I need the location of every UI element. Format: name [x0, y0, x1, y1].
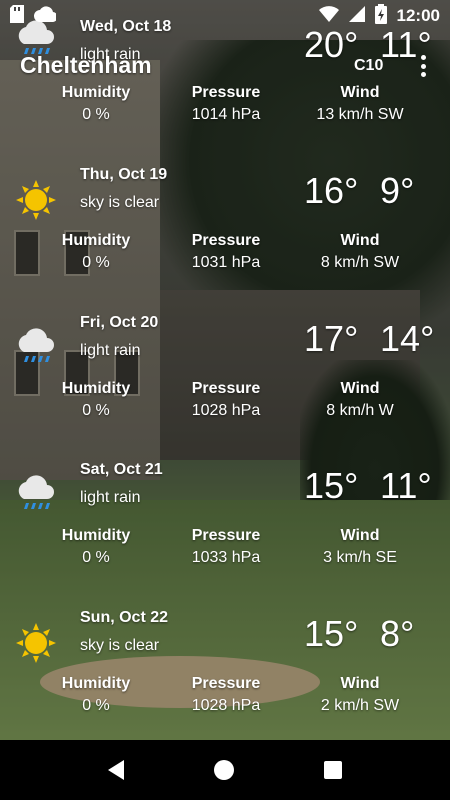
pressure-label: Pressure — [191, 675, 261, 692]
rain-cloud-icon — [14, 326, 58, 370]
wind-label: Wind — [340, 675, 380, 692]
forecast-date: Sun, Oct 22 — [80, 609, 169, 626]
pressure-value: 1033 hPa — [191, 549, 261, 566]
forecast-day[interactable]: Thu, Oct 19 sky is clear 16° 9° Humidity… — [0, 158, 450, 306]
pressure-label: Pressure — [191, 232, 261, 249]
wind-stat: Wind 13 km/h SW — [300, 84, 420, 124]
wind-value: 8 km/h W — [326, 402, 394, 419]
home-button[interactable] — [214, 760, 234, 780]
wind-label: Wind — [340, 380, 380, 397]
wind-value: 13 km/h SW — [316, 106, 404, 123]
pressure-value: 1031 hPa — [191, 254, 261, 271]
more-vert-icon[interactable] — [414, 52, 432, 80]
forecast-day[interactable]: Sat, Oct 21 light rain 15° 11° Humidity … — [0, 453, 450, 601]
city-title[interactable]: Cheltenham — [20, 52, 152, 79]
forecast-date: Sat, Oct 21 — [80, 461, 163, 478]
humidity-stat: Humidity 0 % — [36, 380, 156, 420]
forecast-day[interactable]: Sun, Oct 22 sky is clear 15° 8° Humidity… — [0, 601, 450, 749]
wind-label: Wind — [340, 527, 380, 544]
forecast-date: Thu, Oct 19 — [80, 166, 168, 183]
pressure-stat: Pressure 1028 hPa — [166, 380, 286, 420]
app-toolbar: Cheltenham C10 — [0, 48, 450, 88]
sun-icon — [14, 178, 58, 222]
pressure-stat: Pressure 1033 hPa — [166, 527, 286, 567]
forecast-condition: light rain — [80, 489, 141, 506]
signal-icon — [348, 5, 365, 27]
forecast-condition: light rain — [80, 342, 141, 359]
wind-stat: Wind 2 km/h SW — [300, 675, 420, 715]
forecast-date: Fri, Oct 20 — [80, 314, 159, 331]
temp-max: 15° — [304, 465, 359, 506]
location-code: C10 — [354, 57, 384, 74]
humidity-label: Humidity — [61, 380, 131, 397]
wind-stat: Wind 8 km/h W — [300, 380, 420, 420]
temp-max: 16° — [304, 170, 359, 211]
forecast-day[interactable]: Fri, Oct 20 light rain 17° 14° Humidity … — [0, 306, 450, 454]
wind-stat: Wind 3 km/h SE — [300, 527, 420, 567]
pressure-label: Pressure — [191, 527, 261, 544]
temp-min: 14° — [380, 318, 435, 359]
pressure-value: 1014 hPa — [191, 106, 261, 123]
temp-min: 8° — [380, 613, 415, 654]
back-button[interactable] — [108, 760, 124, 780]
wind-value: 8 km/h SW — [320, 254, 400, 271]
pressure-stat: Pressure 1031 hPa — [166, 232, 286, 272]
forecast-condition: sky is clear — [80, 194, 160, 211]
wind-value: 3 km/h SE — [323, 549, 397, 566]
temp-min: 9° — [380, 170, 415, 211]
temp-min: 11° — [380, 465, 432, 506]
humidity-value: 0 % — [82, 254, 110, 271]
wind-value: 2 km/h SW — [320, 697, 400, 714]
humidity-label: Humidity — [61, 232, 131, 249]
humidity-stat: Humidity 0 % — [36, 675, 156, 715]
battery-charging-icon — [374, 3, 387, 29]
sun-icon — [14, 621, 58, 665]
humidity-label: Humidity — [61, 675, 131, 692]
humidity-stat: Humidity 0 % — [36, 527, 156, 567]
humidity-stat: Humidity 0 % — [36, 84, 156, 124]
pressure-label: Pressure — [191, 380, 261, 397]
wifi-icon — [318, 5, 339, 27]
pressure-stat: Pressure 1028 hPa — [166, 675, 286, 715]
recent-apps-button[interactable] — [324, 761, 342, 779]
humidity-value: 0 % — [82, 697, 110, 714]
wind-label: Wind — [340, 232, 380, 249]
status-bar: 12:00 — [0, 0, 450, 32]
wind-stat: Wind 8 km/h SW — [300, 232, 420, 272]
clock: 12:00 — [396, 6, 440, 25]
navigation-bar — [0, 740, 450, 800]
pressure-stat: Pressure 1014 hPa — [166, 84, 286, 124]
temp-max: 17° — [304, 318, 359, 359]
temp-max: 15° — [304, 613, 359, 654]
forecast-list[interactable]: Wed, Oct 18 light rain 20° 11° Humidity … — [0, 0, 450, 740]
humidity-stat: Humidity 0 % — [36, 232, 156, 272]
humidity-value: 0 % — [82, 402, 110, 419]
rain-cloud-icon — [14, 473, 58, 517]
pressure-value: 1028 hPa — [191, 697, 261, 714]
pressure-value: 1028 hPa — [191, 402, 261, 419]
forecast-condition: sky is clear — [80, 637, 160, 654]
humidity-value: 0 % — [82, 106, 110, 123]
humidity-value: 0 % — [82, 549, 110, 566]
sd-card-icon — [10, 4, 24, 28]
cloud-icon — [34, 5, 58, 27]
humidity-label: Humidity — [61, 527, 131, 544]
